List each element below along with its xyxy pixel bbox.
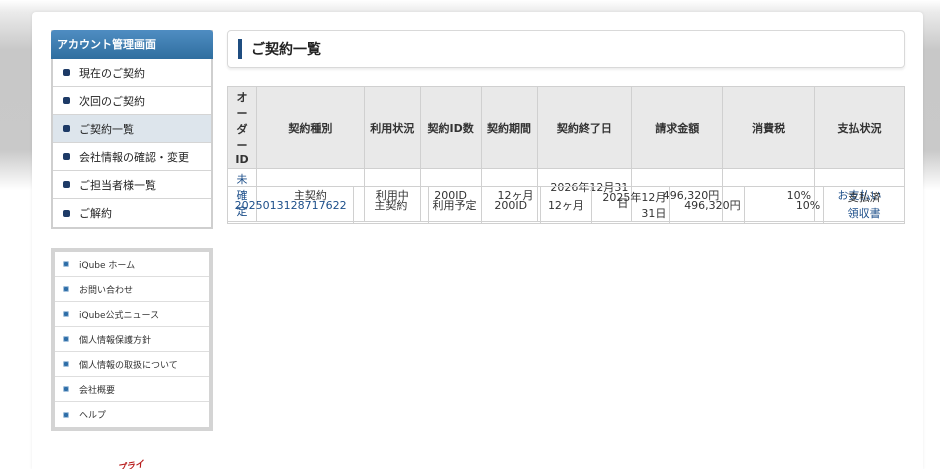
link-list: iQube ホーム お問い合わせ iQube公式ニュース 個人情報保護方針 個人… [51, 248, 213, 431]
account-menu-title: アカウント管理画面 [51, 30, 213, 59]
col-header-end-date: 契約終了日 [536, 86, 633, 169]
link-label: iQube ホーム [79, 260, 136, 271]
link-label: 個人情報保護方針 [79, 335, 152, 346]
bullet-icon [63, 286, 69, 292]
sidebar-item-label: 現在のご契約 [79, 66, 145, 80]
link-help[interactable]: ヘルプ [55, 402, 209, 427]
link-label: ヘルプ [79, 411, 107, 421]
order-id-link[interactable]: 2025013128717622 [226, 186, 355, 224]
sidebar-item-company-info[interactable]: 会社情報の確認・変更 [53, 143, 211, 171]
title-accent-bar [238, 39, 242, 59]
sidebar-item-contract-list[interactable]: ご契約一覧 [53, 115, 211, 143]
col-header-order-id: オーダーID [227, 86, 257, 169]
bullet-icon [63, 311, 69, 317]
sidebar-item-contacts[interactable]: ご担当者様一覧 [53, 171, 211, 199]
cell-payment: 支払済 領収書 [823, 186, 905, 224]
col-header-period: 契約期間 [480, 86, 538, 169]
sidebar-item-label: ご契約一覧 [79, 122, 134, 136]
cell-period: 12ヶ月 [539, 186, 592, 224]
col-header-type: 契約種別 [255, 86, 365, 169]
table-row: 2025013128717622 主契約 利用予定 200ID 12ヶ月 202… [226, 186, 905, 224]
bullet-icon [63, 336, 69, 342]
payment-status-label: 支払済 [847, 191, 881, 204]
account-menu: アカウント管理画面 現在のご契約 次回のご契約 ご契約一覧 会社情報の確認・変更… [51, 30, 213, 229]
link-label: お問い合わせ [79, 285, 134, 296]
page-container: アカウント管理画面 現在のご契約 次回のご契約 ご契約一覧 会社情報の確認・変更… [32, 12, 923, 469]
link-privacy-policy[interactable]: 個人情報保護方針 [55, 327, 209, 352]
sidebar-item-label: ご担当者様一覧 [79, 178, 156, 192]
link-news[interactable]: iQube公式ニュース [55, 302, 209, 327]
sidebar-item-next-contract[interactable]: 次回のご契約 [53, 87, 211, 115]
sidebar-item-cancel[interactable]: ご解約 [53, 199, 211, 227]
cell-type: 主契約 [353, 186, 429, 224]
link-company-profile[interactable]: 会社概要 [55, 377, 209, 402]
page-title: ご契約一覧 [251, 42, 321, 58]
sidebar-item-label: 次回のご契約 [79, 94, 145, 108]
col-header-amount: 請求金額 [631, 86, 724, 169]
bullet-icon [63, 386, 69, 392]
col-header-payment: 支払状況 [814, 86, 905, 169]
sidebar-item-label: 会社情報の確認・変更 [79, 150, 189, 164]
cell-tax: 10% [743, 186, 825, 224]
bullet-icon [63, 361, 69, 367]
bullet-icon [63, 261, 69, 267]
privacy-mark-badge: プライ [116, 459, 145, 469]
bullet-icon [63, 181, 70, 188]
cell-status: 利用予定 [427, 186, 482, 224]
bullet-icon [63, 125, 70, 132]
link-label: 個人情報の取扱について [79, 360, 178, 371]
link-label: 会社概要 [79, 385, 116, 396]
link-personal-info-handling[interactable]: 個人情報の取扱について [55, 352, 209, 377]
bullet-icon [63, 69, 70, 76]
sidebar-item-label: ご解約 [79, 207, 112, 220]
bullet-icon [63, 97, 70, 104]
cell-amount: 496,320円 [669, 186, 745, 224]
table-header-row: オーダーID 契約種別 利用状況 契約ID数 契約期間 契約終了日 請求金額 消… [227, 86, 905, 169]
col-header-id-count: 契約ID数 [419, 86, 482, 169]
cell-end-date: 2025年12月31日 [590, 186, 671, 224]
link-iqube-home[interactable]: iQube ホーム [55, 252, 209, 277]
bullet-icon [63, 153, 70, 160]
contracts-table-history: 2025013128717622 主契約 利用予定 200ID 12ヶ月 202… [226, 186, 905, 224]
receipt-link[interactable]: 領収書 [827, 205, 901, 221]
col-header-status: 利用状況 [363, 86, 421, 169]
link-contact[interactable]: お問い合わせ [55, 277, 209, 302]
sidebar-item-current-contract[interactable]: 現在のご契約 [53, 59, 211, 87]
col-header-tax: 消費税 [722, 86, 816, 169]
page-title-box: ご契約一覧 [227, 30, 905, 68]
cell-id-count: 200ID [480, 186, 541, 224]
bullet-icon [63, 411, 69, 418]
bullet-icon [63, 209, 70, 217]
link-label: iQube公式ニュース [79, 310, 160, 321]
